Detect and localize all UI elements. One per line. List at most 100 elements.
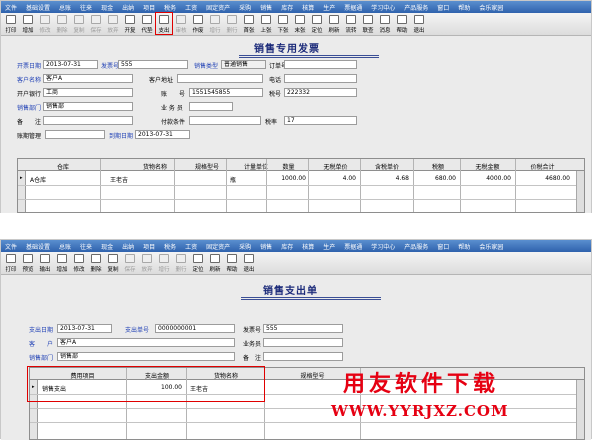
column-header[interactable]: 税额: [413, 162, 463, 171]
toolbar-button[interactable]: 流转: [343, 13, 359, 34]
column-header[interactable]: 无税金额: [460, 162, 515, 171]
toolbar-button[interactable]: 删行: [173, 252, 189, 273]
table-cell[interactable]: 4000.00: [464, 175, 511, 182]
toolbar-button[interactable]: 删除: [54, 13, 70, 34]
expense-no-field[interactable]: 0000000001: [155, 324, 235, 333]
menu-item[interactable]: 工资: [185, 242, 197, 251]
date-field[interactable]: 2013-07-31: [57, 324, 112, 333]
toolbar-button[interactable]: 增行: [156, 252, 172, 273]
menu-item[interactable]: 采购: [239, 3, 251, 12]
toolbar-button[interactable]: 打印: [3, 252, 19, 273]
menu-item[interactable]: 出纳: [122, 3, 134, 12]
toolbar-button[interactable]: 代垫: [139, 13, 155, 34]
table-cell[interactable]: 王老吉: [110, 175, 128, 184]
invoice-no-field[interactable]: 555: [263, 324, 343, 333]
menu-item[interactable]: 文件: [5, 3, 17, 12]
toolbar-button[interactable]: 打印: [3, 13, 19, 34]
menu-item[interactable]: 生产: [323, 242, 335, 251]
menu-item[interactable]: 工资: [185, 3, 197, 12]
menu-item[interactable]: 核算: [302, 3, 314, 12]
bank-field[interactable]: 工商: [43, 88, 133, 97]
menu-item[interactable]: 总账: [59, 242, 71, 251]
toolbar-button[interactable]: 审核: [173, 13, 189, 34]
toolbar-button[interactable]: 帮助: [224, 252, 240, 273]
menu-item[interactable]: 窗口: [437, 3, 449, 12]
toolbar-button[interactable]: 退出: [411, 13, 427, 34]
remark-field[interactable]: [43, 116, 133, 125]
table-cell[interactable]: A仓库: [30, 175, 46, 184]
toolbar-button[interactable]: 支出: [155, 12, 173, 35]
menu-item[interactable]: 会乐家园: [479, 3, 503, 12]
column-header[interactable]: 价税合计: [515, 162, 570, 171]
table-cell[interactable]: 4680.00: [518, 175, 570, 182]
menu-item[interactable]: 票据通: [344, 242, 362, 251]
column-header[interactable]: 无税单价: [308, 162, 363, 171]
invoice-no-field[interactable]: 555: [118, 60, 188, 69]
menu-item[interactable]: 税务: [164, 3, 176, 12]
toolbar-button[interactable]: 下张: [275, 13, 291, 34]
sale-type-field[interactable]: 普通销售: [221, 60, 266, 69]
menu-item[interactable]: 窗口: [437, 242, 449, 251]
toolbar-button[interactable]: 作废: [190, 13, 206, 34]
menu-item[interactable]: 销售: [260, 3, 272, 12]
tax-no-field[interactable]: 222332: [284, 88, 357, 97]
menu-item[interactable]: 生产: [323, 3, 335, 12]
menu-item[interactable]: 固定资产: [206, 242, 230, 251]
menu-item[interactable]: 票据通: [344, 3, 362, 12]
menu-item[interactable]: 库存: [281, 3, 293, 12]
toolbar-button[interactable]: 帮助: [394, 13, 410, 34]
toolbar-button[interactable]: 保存: [88, 13, 104, 34]
menu-item[interactable]: 出纳: [122, 242, 134, 251]
menu-item[interactable]: 往来: [80, 242, 92, 251]
menu-item[interactable]: 库存: [281, 242, 293, 251]
menu-item[interactable]: 会乐家园: [479, 242, 503, 251]
menu-item[interactable]: 学习中心: [371, 3, 395, 12]
toolbar-button[interactable]: 定位: [309, 13, 325, 34]
table-cell[interactable]: 680.00: [416, 175, 456, 182]
menu-item[interactable]: 现金: [101, 242, 113, 251]
toolbar-button[interactable]: 开复: [122, 13, 138, 34]
menu-item[interactable]: 销售: [260, 242, 272, 251]
toolbar-button[interactable]: 放弃: [105, 13, 121, 34]
vertical-scrollbar[interactable]: [576, 171, 584, 212]
tax-rate-field[interactable]: 17: [284, 116, 357, 125]
table-cell[interactable]: 4.00: [312, 175, 356, 182]
due-date-field[interactable]: 2013-07-31: [135, 130, 190, 139]
toolbar-button[interactable]: 删除: [88, 252, 104, 273]
toolbar-button[interactable]: 联查: [360, 13, 376, 34]
column-header[interactable]: 仓库: [28, 162, 98, 171]
toolbar-button[interactable]: 保存: [122, 252, 138, 273]
menu-item[interactable]: 往来: [80, 3, 92, 12]
toolbar-button[interactable]: 删行: [224, 13, 240, 34]
vertical-scrollbar[interactable]: [576, 380, 584, 439]
toolbar-button[interactable]: 首张: [241, 13, 257, 34]
table-cell[interactable]: 瓶: [230, 175, 236, 184]
phone-field[interactable]: [284, 74, 357, 83]
menu-item[interactable]: 学习中心: [371, 242, 395, 251]
salesman-field[interactable]: [263, 338, 343, 347]
dept-field[interactable]: 销售部: [43, 102, 133, 111]
menu-item[interactable]: 税务: [164, 242, 176, 251]
toolbar-button[interactable]: 定位: [190, 252, 206, 273]
toolbar-button[interactable]: 上张: [258, 13, 274, 34]
menu-item[interactable]: 采购: [239, 242, 251, 251]
account-field[interactable]: 1551545855: [189, 88, 263, 97]
dept-field[interactable]: 销售部: [57, 352, 235, 361]
menu-item[interactable]: 核算: [302, 242, 314, 251]
menu-item[interactable]: 项目: [143, 242, 155, 251]
menu-item[interactable]: 固定资产: [206, 3, 230, 12]
remark-field[interactable]: [263, 352, 343, 361]
table-cell[interactable]: 1000.00: [270, 175, 306, 182]
toolbar-button[interactable]: 退出: [241, 252, 257, 273]
customer-field[interactable]: 客户A: [57, 338, 235, 347]
toolbar-button[interactable]: 消息: [377, 13, 393, 34]
menu-item[interactable]: 总账: [59, 3, 71, 12]
toolbar-button[interactable]: 修改: [37, 13, 53, 34]
customer-field[interactable]: 客户A: [43, 74, 133, 83]
table-cell[interactable]: 4.68: [364, 175, 409, 182]
menu-item[interactable]: 帮助: [458, 3, 470, 12]
salesman-field[interactable]: [189, 102, 233, 111]
menu-item[interactable]: 基础设置: [26, 3, 50, 12]
invoice-lines-table[interactable]: 仓库 货物名称 规格型号 计量单位 数量 无税单价 含税单价 税额 无税金额 价…: [17, 158, 585, 213]
toolbar-button[interactable]: 复制: [71, 13, 87, 34]
